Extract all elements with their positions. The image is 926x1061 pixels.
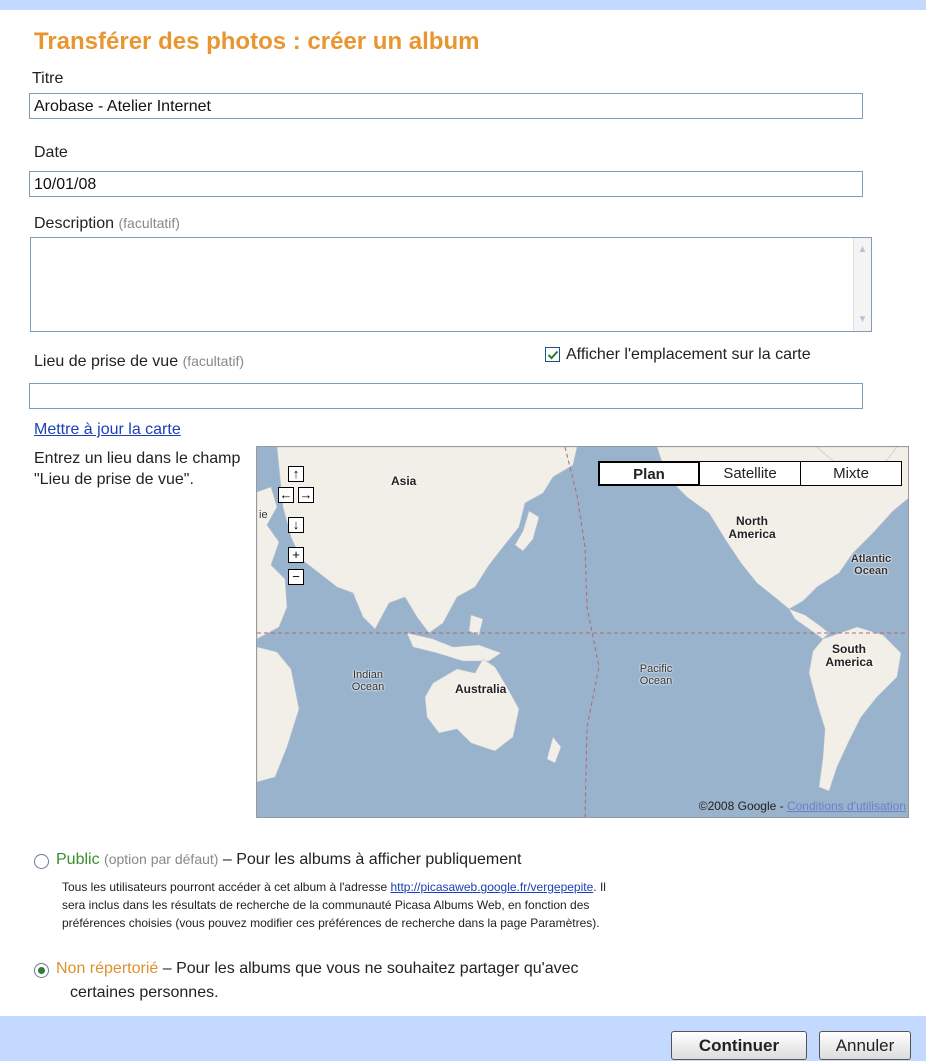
title-input[interactable]: Arobase - Atelier Internet (29, 93, 863, 119)
scroll-up-arrow-icon[interactable]: ▲ (855, 242, 870, 257)
pan-left-icon[interactable]: ← (278, 487, 294, 503)
terms-of-use-link[interactable]: Conditions d'utilisation (787, 799, 906, 813)
map-view[interactable]: Asia North America Atlantic Ocean South … (256, 446, 909, 818)
non-repertorie-label: Non répertorié (56, 960, 159, 977)
map-label-australia: Australia (455, 682, 507, 696)
map-type-mixte-button[interactable]: Mixte (800, 461, 902, 486)
date-input[interactable]: 10/01/08 (29, 171, 863, 197)
continue-button[interactable]: Continuer (671, 1031, 807, 1060)
description-textarea[interactable]: ▲ ▼ (30, 237, 872, 332)
map-label-edge: ie (259, 509, 268, 521)
map-type-satellite-button[interactable]: Satellite (699, 461, 801, 486)
description-optional-hint: (facultatif) (118, 215, 180, 231)
show-on-map-label[interactable]: Afficher l'emplacement sur la carte (566, 346, 811, 364)
world-map-graphic (257, 447, 908, 817)
map-label-asia: Asia (391, 474, 417, 488)
show-on-map-checkbox[interactable] (545, 347, 560, 362)
date-label: Date (34, 144, 68, 161)
description-scrollbar[interactable]: ▲ ▼ (853, 238, 871, 331)
map-label-indian: Indian Ocean (351, 669, 385, 693)
non-repertorie-desc: – Pour les albums que vous ne souhaitez … (162, 960, 579, 977)
public-detail-suffix: . Il (593, 880, 606, 894)
pan-up-icon[interactable]: ↑ (288, 466, 304, 482)
checkmark-icon (547, 350, 559, 360)
album-url-link[interactable]: http://picasaweb.google.fr/vergepepite (390, 880, 593, 894)
public-detail-line2: sera inclus dans les résultats de recher… (62, 898, 590, 912)
map-label-north-america: North America (728, 514, 776, 541)
map-copyright: ©2008 Google - Conditions d'utilisation (699, 799, 906, 813)
public-label: Public (56, 851, 100, 868)
top-header-bar (0, 0, 926, 10)
update-map-link[interactable]: Mettre à jour la carte (34, 421, 181, 439)
public-detail-line3: préférences choisies (vous pouvez modifi… (62, 916, 600, 930)
zoom-out-icon[interactable]: − (288, 569, 304, 585)
description-label: Description (facultatif) (34, 215, 180, 233)
map-help-text: Entrez un lieu dans le champ "Lieu de pr… (34, 450, 241, 488)
public-detail-text: Tous les utilisateurs pourront accéder à… (62, 880, 391, 894)
pan-right-icon[interactable]: → (298, 487, 314, 503)
pan-down-icon[interactable]: ↓ (288, 517, 304, 533)
location-input[interactable] (29, 383, 863, 409)
map-type-plan-button[interactable]: Plan (598, 461, 700, 486)
zoom-in-icon[interactable]: + (288, 547, 304, 563)
title-label: Titre (32, 70, 64, 87)
non-repertorie-desc-line2: certaines personnes. (70, 984, 219, 1001)
location-label-text: Lieu de prise de vue (34, 353, 179, 370)
description-label-text: Description (34, 215, 115, 232)
public-radio[interactable] (34, 854, 49, 869)
public-desc: – Pour les albums à afficher publiquemen… (222, 851, 522, 868)
map-label-pacific: Pacific Ocean (639, 663, 673, 687)
copyright-text: ©2008 Google - (698, 799, 787, 813)
public-option-label[interactable]: Public (option par défaut) – Pour les al… (56, 851, 521, 869)
cancel-button[interactable]: Annuler (819, 1031, 911, 1060)
non-repertorie-option-label[interactable]: Non répertorié – Pour les albums que vou… (56, 960, 579, 978)
scroll-down-arrow-icon[interactable]: ▼ (855, 312, 870, 327)
public-hint: (option par défaut) (104, 851, 219, 867)
map-label-atlantic: Atlantic Ocean (850, 553, 892, 577)
non-repertorie-radio[interactable] (34, 963, 49, 978)
radio-selected-dot (38, 967, 45, 974)
location-label: Lieu de prise de vue (facultatif) (34, 353, 244, 371)
public-detail-line1: Tous les utilisateurs pourront accéder à… (62, 879, 606, 896)
page-title: Transférer des photos : créer un album (34, 28, 480, 55)
map-label-south-america: South America (825, 642, 873, 669)
location-optional-hint: (facultatif) (182, 353, 245, 369)
